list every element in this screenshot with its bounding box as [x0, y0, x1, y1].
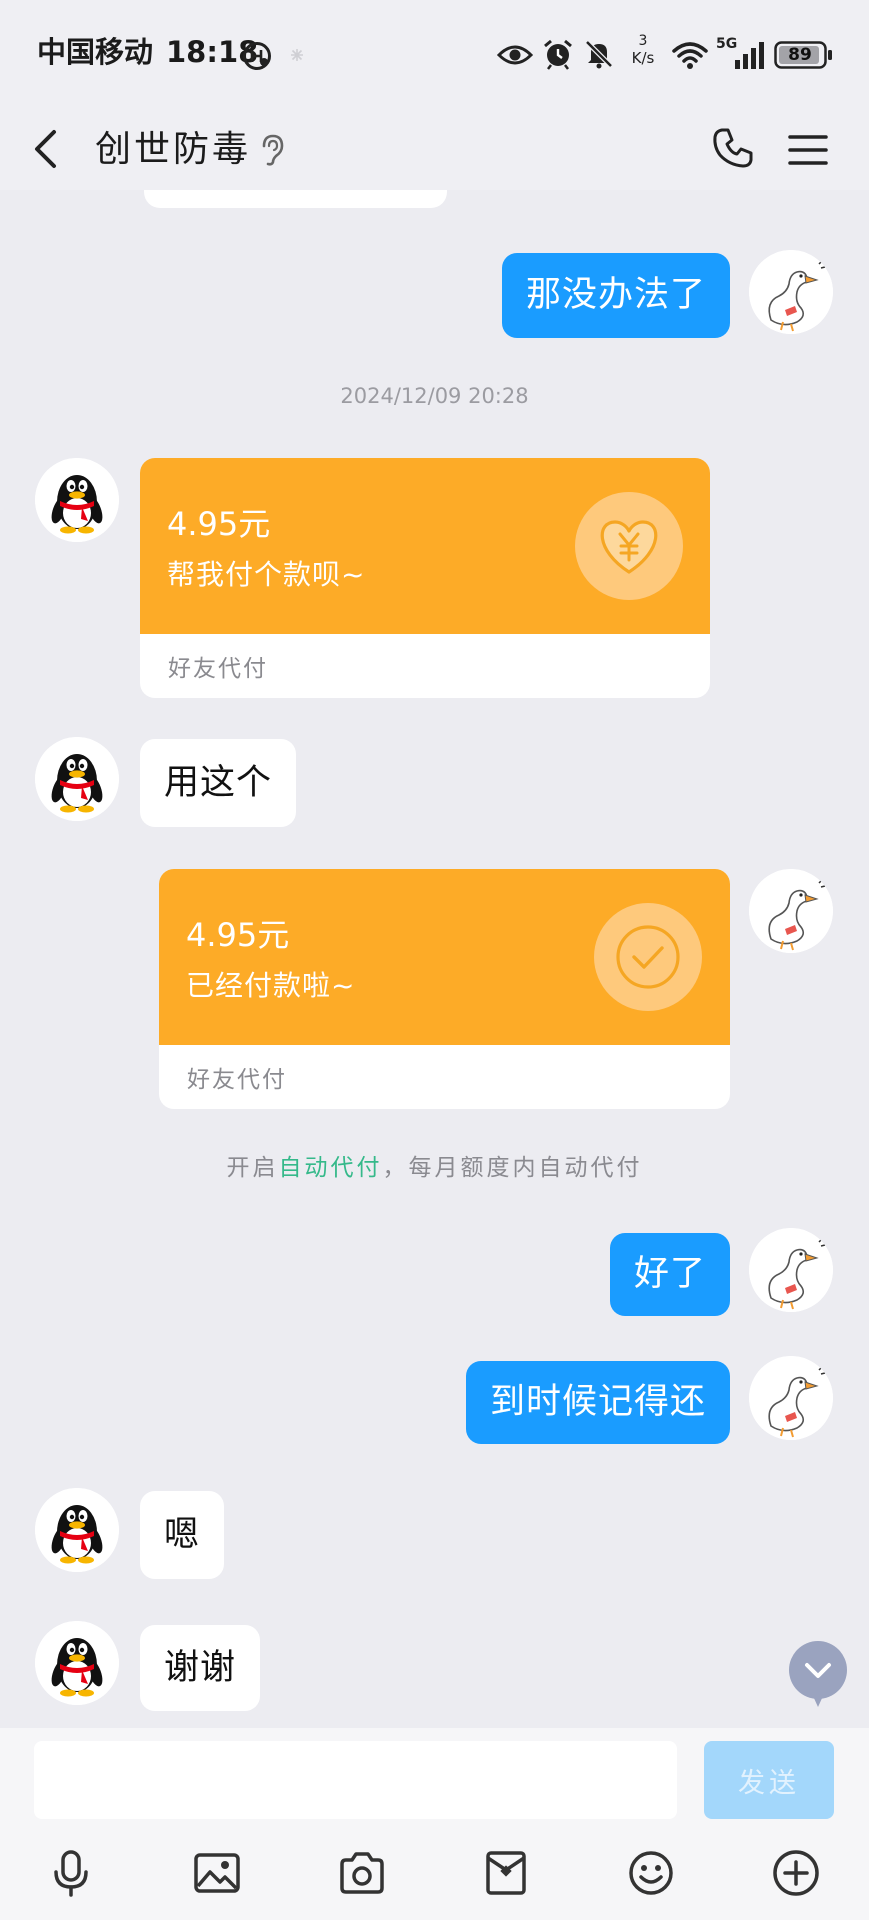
- system-notice: 开启自动代付，每月额度内自动代付: [0, 1155, 869, 1183]
- penguin-avatar[interactable]: [35, 737, 119, 821]
- payment-card-header: 4.95元 帮我付个款呗~: [140, 458, 710, 634]
- battery-level: 89: [788, 45, 812, 65]
- snowflake-icon: [290, 48, 304, 62]
- network-speed-value: 3: [638, 33, 648, 49]
- camera-icon[interactable]: [337, 1848, 387, 1898]
- goose-avatar[interactable]: [749, 1228, 833, 1312]
- send-button[interactable]: 发送: [704, 1741, 834, 1819]
- phone-icon[interactable]: [712, 127, 754, 169]
- scroll-to-bottom-button[interactable]: [788, 1640, 848, 1710]
- alarm-icon: [542, 38, 574, 70]
- goose-avatar[interactable]: [749, 1356, 833, 1440]
- payment-amount: 4.95元: [186, 916, 290, 954]
- penguin-avatar[interactable]: [35, 458, 119, 542]
- plus-circle-icon[interactable]: [771, 1848, 821, 1898]
- goose-avatar[interactable]: [749, 250, 833, 334]
- wifi-icon: [671, 40, 709, 70]
- network-speed-unit: K/s: [631, 49, 655, 67]
- chevron-down-icon: [789, 1641, 847, 1707]
- payment-amount: 4.95元: [167, 505, 271, 543]
- chevron-left-icon[interactable]: [30, 128, 60, 170]
- menu-icon[interactable]: [788, 134, 828, 166]
- bell-off-icon: [583, 38, 615, 70]
- message-input[interactable]: [34, 1741, 677, 1819]
- payment-paid-card[interactable]: 4.95元 已经付款啦~ 好友代付: [159, 869, 730, 1109]
- system-notice-suffix: ，每月额度内自动代付: [382, 1155, 643, 1181]
- payment-request-card[interactable]: 4.95元 帮我付个款呗~ 好友代付: [140, 458, 710, 698]
- ear-icon: [259, 134, 285, 166]
- received-message-bubble[interactable]: 谢谢: [140, 1625, 261, 1711]
- message-composer: 发送: [0, 1728, 869, 1920]
- eye-icon: [497, 42, 533, 68]
- network-speed: 3 K/s: [628, 34, 658, 66]
- auto-pay-link[interactable]: 自动代付: [279, 1155, 383, 1181]
- sent-message-bubble[interactable]: 那没办法了: [501, 253, 730, 338]
- goose-avatar[interactable]: [749, 869, 833, 953]
- chat-header: 创世防毒: [0, 110, 869, 190]
- status-bar: 中国移动 18:18 3 K/s 5G 89: [0, 0, 869, 110]
- heart-yen-icon: [575, 492, 683, 600]
- image-icon[interactable]: [192, 1848, 242, 1898]
- check-circle-icon: [594, 903, 702, 1011]
- battery-indicator: 89: [774, 41, 834, 69]
- system-notice-prefix: 开启: [226, 1155, 279, 1181]
- penguin-avatar[interactable]: [35, 1488, 119, 1572]
- emoji-icon[interactable]: [626, 1848, 676, 1898]
- app-status-icon: [242, 41, 272, 71]
- payment-card-footer: 好友代付: [168, 656, 268, 682]
- carrier-name: 中国移动: [37, 35, 154, 69]
- signal-icon: [733, 40, 765, 70]
- received-message-bubble[interactable]: 嗯: [140, 1491, 225, 1579]
- page-title[interactable]: 创世防毒: [95, 130, 251, 170]
- microphone-icon[interactable]: [46, 1848, 96, 1898]
- red-packet-icon[interactable]: [481, 1848, 531, 1898]
- received-message-bubble[interactable]: 用这个: [140, 739, 297, 827]
- penguin-avatar[interactable]: [35, 1621, 119, 1705]
- payment-note: 已经付款啦~: [186, 969, 356, 1002]
- message-timestamp: 2024/12/09 20:28: [340, 384, 529, 408]
- payment-card-footer: 好友代付: [187, 1067, 287, 1093]
- payment-card-header: 4.95元 已经付款啦~: [159, 869, 730, 1045]
- payment-note: 帮我付个款呗~: [167, 558, 366, 591]
- sent-message-bubble[interactable]: 到时候记得还: [465, 1361, 730, 1444]
- sent-message-bubble[interactable]: 好了: [609, 1233, 730, 1316]
